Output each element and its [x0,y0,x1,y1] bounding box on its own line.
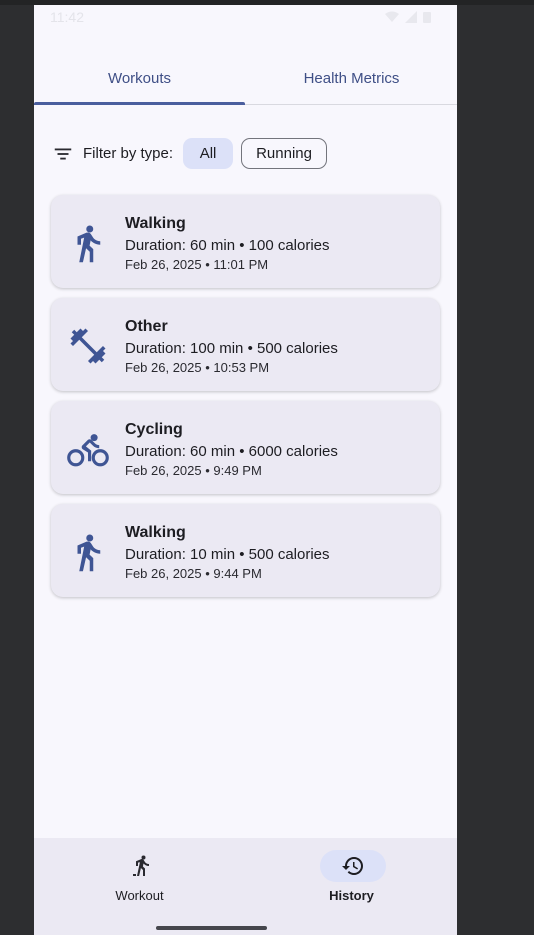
workout-title: Cycling [125,421,183,438]
app-screen: 11:42 Workouts Health Metrics Filter by … [34,5,457,935]
nav-history[interactable]: History [246,838,457,935]
dumbbell-icon [70,328,106,364]
status-time: 11:42 [50,9,84,25]
workout-date: Feb 26, 2025 • 9:49 PM [125,463,262,478]
workout-card[interactable]: Cycling Duration: 60 min • 6000 calories… [51,401,440,494]
workout-title: Walking [125,215,186,232]
workout-title: Walking [125,524,186,541]
workout-card[interactable]: Other Duration: 100 min • 500 calories F… [51,298,440,391]
tab-indicator [34,102,245,105]
nav-history-label: History [329,888,374,903]
signal-icon [405,11,417,23]
tab-health-metrics[interactable]: Health Metrics [246,53,457,104]
workout-date: Feb 26, 2025 • 10:53 PM [125,360,270,375]
workout-date: Feb 26, 2025 • 11:01 PM [125,257,269,272]
filter-label: Filter by type: [83,145,174,162]
filter-chip-running[interactable]: Running [241,138,328,169]
workout-card[interactable]: Walking Duration: 60 min • 100 calories … [51,195,440,288]
workout-detail: Duration: 10 min • 500 calories [125,546,330,563]
workout-detail: Duration: 100 min • 500 calories [125,340,338,357]
tab-bar: Workouts Health Metrics [34,53,457,105]
workout-detail: Duration: 60 min • 6000 calories [125,443,338,460]
history-icon [342,857,363,875]
running-icon [133,855,149,876]
status-bar: 11:42 [34,5,457,29]
tab-workouts[interactable]: Workouts [34,53,245,105]
gesture-handle[interactable] [156,926,267,930]
nav-workout[interactable]: Workout [34,838,245,935]
tab-health-metrics-label: Health Metrics [303,70,400,87]
nav-history-indicator [320,850,386,882]
walking-icon [77,534,101,572]
nav-workout-label: Workout [115,888,164,903]
filter-chip-all[interactable]: All [183,138,234,169]
filter-icon [54,148,72,159]
cycling-icon [67,434,109,467]
battery-icon [423,12,431,23]
nav-workout-indicator [108,850,174,882]
tab-workouts-label: Workouts [107,70,172,87]
workout-title: Other [125,318,168,335]
workout-card[interactable]: Walking Duration: 10 min • 500 calories … [51,504,440,597]
walking-icon [77,225,101,263]
workout-date: Feb 26, 2025 • 9:44 PM [125,566,262,581]
bottom-navigation: Workout History [34,838,457,935]
workout-detail: Duration: 60 min • 100 calories [125,237,330,254]
filter-row: Filter by type: All Running [52,137,328,170]
status-icons [385,11,431,23]
wifi-icon [385,11,399,22]
